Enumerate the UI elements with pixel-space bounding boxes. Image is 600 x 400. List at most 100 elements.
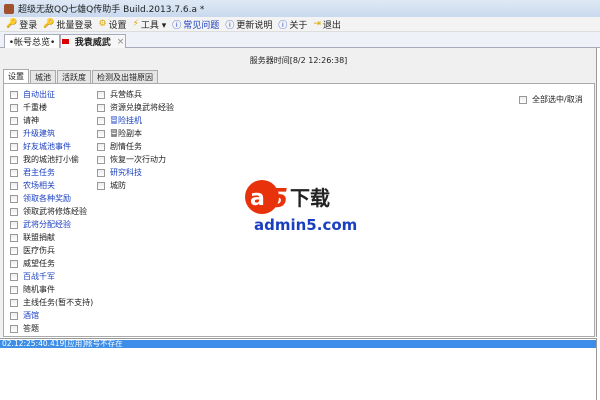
checkbox-label: 研究科技 bbox=[110, 168, 142, 177]
settings-icon: ⚙ bbox=[98, 19, 107, 29]
option-checkbox[interactable]: 资源兑换武将经验 bbox=[97, 102, 174, 113]
option-checkbox[interactable]: 答题 bbox=[10, 323, 39, 334]
checkbox[interactable] bbox=[97, 181, 105, 190]
checkbox[interactable] bbox=[10, 103, 18, 112]
checkbox[interactable] bbox=[10, 220, 18, 229]
toolbar-button-1[interactable]: 🔑 批量登录 bbox=[43, 18, 92, 31]
tab-account-overview[interactable]: •帐号总览• bbox=[4, 34, 60, 48]
toolbar-button-2[interactable]: ⚙ 设置 bbox=[98, 18, 126, 31]
checkbox[interactable] bbox=[97, 142, 105, 151]
checkbox[interactable] bbox=[97, 129, 105, 138]
toolbar-button-label: 更新说明 bbox=[236, 20, 273, 31]
checkbox[interactable] bbox=[10, 246, 18, 255]
checkbox-label: 百战千军 bbox=[23, 272, 55, 281]
option-checkbox[interactable]: 酒馆 bbox=[10, 310, 39, 321]
checkbox[interactable] bbox=[10, 194, 18, 203]
option-checkbox[interactable]: 千重楼 bbox=[10, 102, 47, 113]
checkbox[interactable] bbox=[10, 259, 18, 268]
checkbox[interactable] bbox=[10, 181, 18, 190]
option-checkbox[interactable]: 升级建筑 bbox=[10, 128, 55, 139]
settings-tab-1[interactable]: 城池 bbox=[30, 70, 56, 83]
checkbox[interactable] bbox=[97, 168, 105, 177]
lightning-icon: ⚡ bbox=[132, 19, 139, 29]
toolbar-button-7[interactable]: ⇥ 退出 bbox=[313, 18, 341, 31]
log-panel[interactable]: 02.12:25:40.419[应用]帐号不存在 bbox=[0, 338, 597, 400]
tab-account[interactable]: 我袁威武 × bbox=[60, 34, 126, 48]
key-icon: 🔑 bbox=[6, 19, 18, 29]
option-checkbox[interactable]: 领取武将修炼经验 bbox=[10, 206, 87, 217]
option-checkbox[interactable]: 武将分配经验 bbox=[10, 219, 71, 230]
checkbox-label: 随机事件 bbox=[23, 285, 55, 294]
option-checkbox[interactable]: 君主任务 bbox=[10, 167, 55, 178]
checkbox[interactable] bbox=[10, 233, 18, 242]
checkbox[interactable] bbox=[10, 129, 18, 138]
checkbox[interactable] bbox=[10, 311, 18, 320]
toolbar-button-5[interactable]: ⓘ 更新说明 bbox=[225, 18, 272, 31]
close-tab-icon[interactable]: × bbox=[117, 37, 125, 47]
option-checkbox[interactable]: 好友城池事件 bbox=[10, 141, 71, 152]
checkbox[interactable] bbox=[10, 155, 18, 164]
toolbar-button-label: 工具 ▾ bbox=[140, 20, 167, 31]
option-checkbox[interactable]: 随机事件 bbox=[10, 284, 55, 295]
option-checkbox[interactable]: 冒险挂机 bbox=[97, 115, 142, 126]
checkbox[interactable] bbox=[10, 285, 18, 294]
checkbox[interactable] bbox=[10, 168, 18, 177]
checkbox[interactable] bbox=[10, 116, 18, 125]
toolbar-button-6[interactable]: ⓘ 关于 bbox=[278, 18, 307, 31]
option-checkbox[interactable]: 主线任务(暂不支持) bbox=[10, 297, 93, 308]
app-icon bbox=[4, 3, 14, 14]
checkbox[interactable] bbox=[97, 155, 105, 164]
settings-tab-3[interactable]: 检测及出错原因 bbox=[92, 70, 158, 83]
checkbox-label: 主线任务(暂不支持) bbox=[23, 298, 94, 307]
checkbox-label: 医疗伤兵 bbox=[23, 246, 55, 255]
option-checkbox[interactable]: 兵营练兵 bbox=[97, 89, 142, 100]
checkbox[interactable] bbox=[97, 90, 105, 99]
option-checkbox[interactable]: 医疗伤兵 bbox=[10, 245, 55, 256]
checkbox-label: 请神 bbox=[23, 116, 39, 125]
account-tabs: •帐号总览• 我袁威武 × bbox=[0, 32, 600, 48]
checkbox[interactable] bbox=[97, 116, 105, 125]
checkbox-label: 好友城池事件 bbox=[23, 142, 71, 151]
select-all-checkbox[interactable]: 全部选中/取消 bbox=[519, 94, 583, 105]
checkbox[interactable] bbox=[10, 207, 18, 216]
option-checkbox[interactable]: 城防 bbox=[97, 180, 126, 191]
checkbox[interactable] bbox=[10, 272, 18, 281]
toolbar-button-4[interactable]: ⓘ 常见问题 bbox=[172, 18, 219, 31]
option-checkbox[interactable]: 威望任务 bbox=[10, 258, 55, 269]
option-checkbox[interactable]: 百战千军 bbox=[10, 271, 55, 282]
checkbox-label: 威望任务 bbox=[23, 259, 55, 268]
checkbox[interactable] bbox=[97, 103, 105, 112]
settings-tabs: 设置 城池 活跃度 检测及出错原因 bbox=[3, 69, 159, 83]
toolbar: 🔑 登录 🔑 批量登录 ⚙ 设置 ⚡ 工具 ▾ ⓘ 常见问题 ⓘ 更新说明 ⓘ 关于 ⇥ 退出 bbox=[0, 17, 600, 32]
checkbox-label: 冒险挂机 bbox=[110, 116, 142, 125]
exit-icon: ⇥ bbox=[313, 19, 321, 29]
checkbox[interactable] bbox=[10, 142, 18, 151]
option-checkbox[interactable]: 我的城池打小偷 bbox=[10, 154, 79, 165]
option-checkbox[interactable]: 研究科技 bbox=[97, 167, 142, 178]
checkbox-label: 剧情任务 bbox=[110, 142, 142, 151]
info-icon: ⓘ bbox=[225, 20, 235, 31]
watermark-logo: a 5 下载 admin5.com bbox=[245, 180, 357, 234]
option-checkbox[interactable]: 冒险副本 bbox=[97, 128, 142, 139]
window-title: 超级无敌QQ七雄Q传助手 Build.2013.7.6.a * bbox=[18, 5, 205, 15]
checkbox-label: 冒险副本 bbox=[110, 129, 142, 138]
option-checkbox[interactable]: 恢复一次行动力 bbox=[97, 154, 166, 165]
settings-tab-0[interactable]: 设置 bbox=[3, 69, 29, 83]
svg-text:下载: 下载 bbox=[290, 186, 330, 210]
option-checkbox[interactable]: 联盟捐献 bbox=[10, 232, 55, 243]
toolbar-button-0[interactable]: 🔑 登录 bbox=[6, 18, 37, 31]
checkbox[interactable] bbox=[10, 298, 18, 307]
log-line: 02.12:25:40.419[应用]帐号不存在 bbox=[0, 340, 596, 348]
toolbar-button-3[interactable]: ⚡ 工具 ▾ bbox=[133, 18, 167, 31]
checkbox[interactable] bbox=[10, 324, 18, 333]
option-checkbox[interactable]: 请神 bbox=[10, 115, 39, 126]
settings-tab-2[interactable]: 活跃度 bbox=[57, 70, 91, 83]
option-checkbox[interactable]: 领取各种奖励 bbox=[10, 193, 71, 204]
checkbox-label: 酒馆 bbox=[23, 311, 39, 320]
checkbox[interactable] bbox=[10, 90, 18, 99]
server-time: 服务器时间[8/2 12:26:38] bbox=[249, 56, 348, 65]
checkbox[interactable] bbox=[519, 95, 527, 104]
option-checkbox[interactable]: 剧情任务 bbox=[97, 141, 142, 152]
option-checkbox[interactable]: 农场相关 bbox=[10, 180, 55, 191]
option-checkbox[interactable]: 自动出征 bbox=[10, 89, 55, 100]
